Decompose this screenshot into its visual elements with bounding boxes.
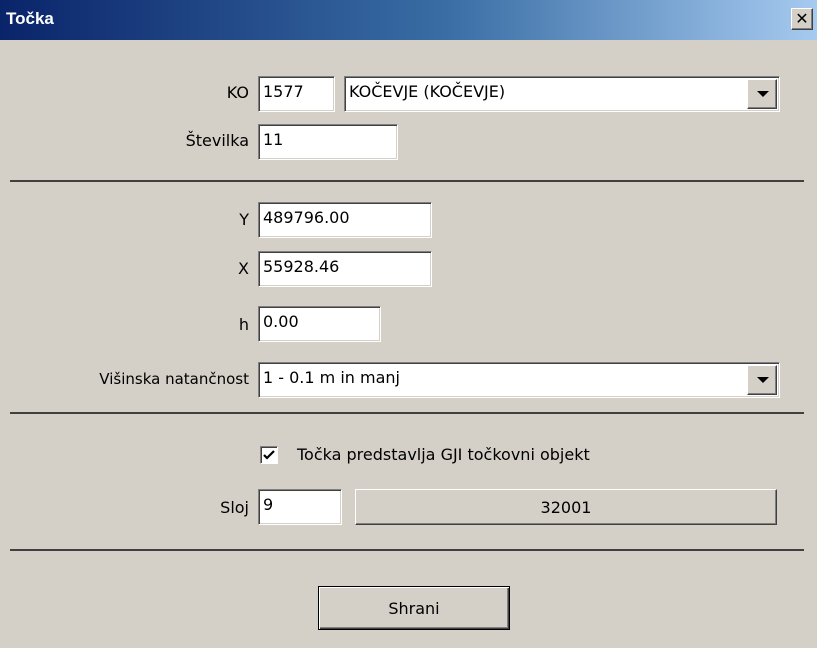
sloj-code-button[interactable]: 32001 xyxy=(355,489,777,525)
x-input[interactable]: 55928.46 xyxy=(258,251,432,287)
chevron-down-icon[interactable] xyxy=(747,365,777,395)
accuracy-label: Višinska natančnost xyxy=(99,370,249,388)
ko-code-input[interactable]: 1577 xyxy=(258,76,335,112)
check-icon xyxy=(263,450,275,460)
ko-name-value: KOČEVJE (KOČEVJE) xyxy=(349,82,506,101)
chevron-down-icon[interactable] xyxy=(747,79,777,109)
y-label: Y xyxy=(239,210,249,229)
accuracy-select[interactable]: 1 - 0.1 m in manj xyxy=(258,362,780,398)
separator xyxy=(10,180,804,182)
close-button[interactable]: ✕ xyxy=(791,8,813,30)
h-input[interactable]: 0.00 xyxy=(258,306,381,342)
save-button[interactable]: Shrani xyxy=(318,586,510,630)
stevilka-label: Številka xyxy=(185,131,249,150)
gji-checkbox[interactable] xyxy=(260,446,278,464)
y-input[interactable]: 489796.00 xyxy=(258,202,432,238)
x-label: X xyxy=(238,259,249,278)
sloj-input[interactable]: 9 xyxy=(258,489,342,525)
title-bar: Točka ✕ xyxy=(0,0,817,40)
ko-label: KO xyxy=(226,83,249,102)
separator xyxy=(10,549,804,551)
window-title: Točka xyxy=(6,9,54,28)
sloj-label: Sloj xyxy=(220,498,249,517)
gji-checkbox-label[interactable]: Točka predstavlja GJI točkovni objekt xyxy=(297,445,590,464)
accuracy-value: 1 - 0.1 m in manj xyxy=(263,368,400,387)
h-label: h xyxy=(238,315,249,334)
stevilka-input[interactable]: 11 xyxy=(258,124,398,160)
close-icon: ✕ xyxy=(795,9,809,28)
separator xyxy=(10,412,804,414)
ko-name-select[interactable]: KOČEVJE (KOČEVJE) xyxy=(344,76,780,112)
